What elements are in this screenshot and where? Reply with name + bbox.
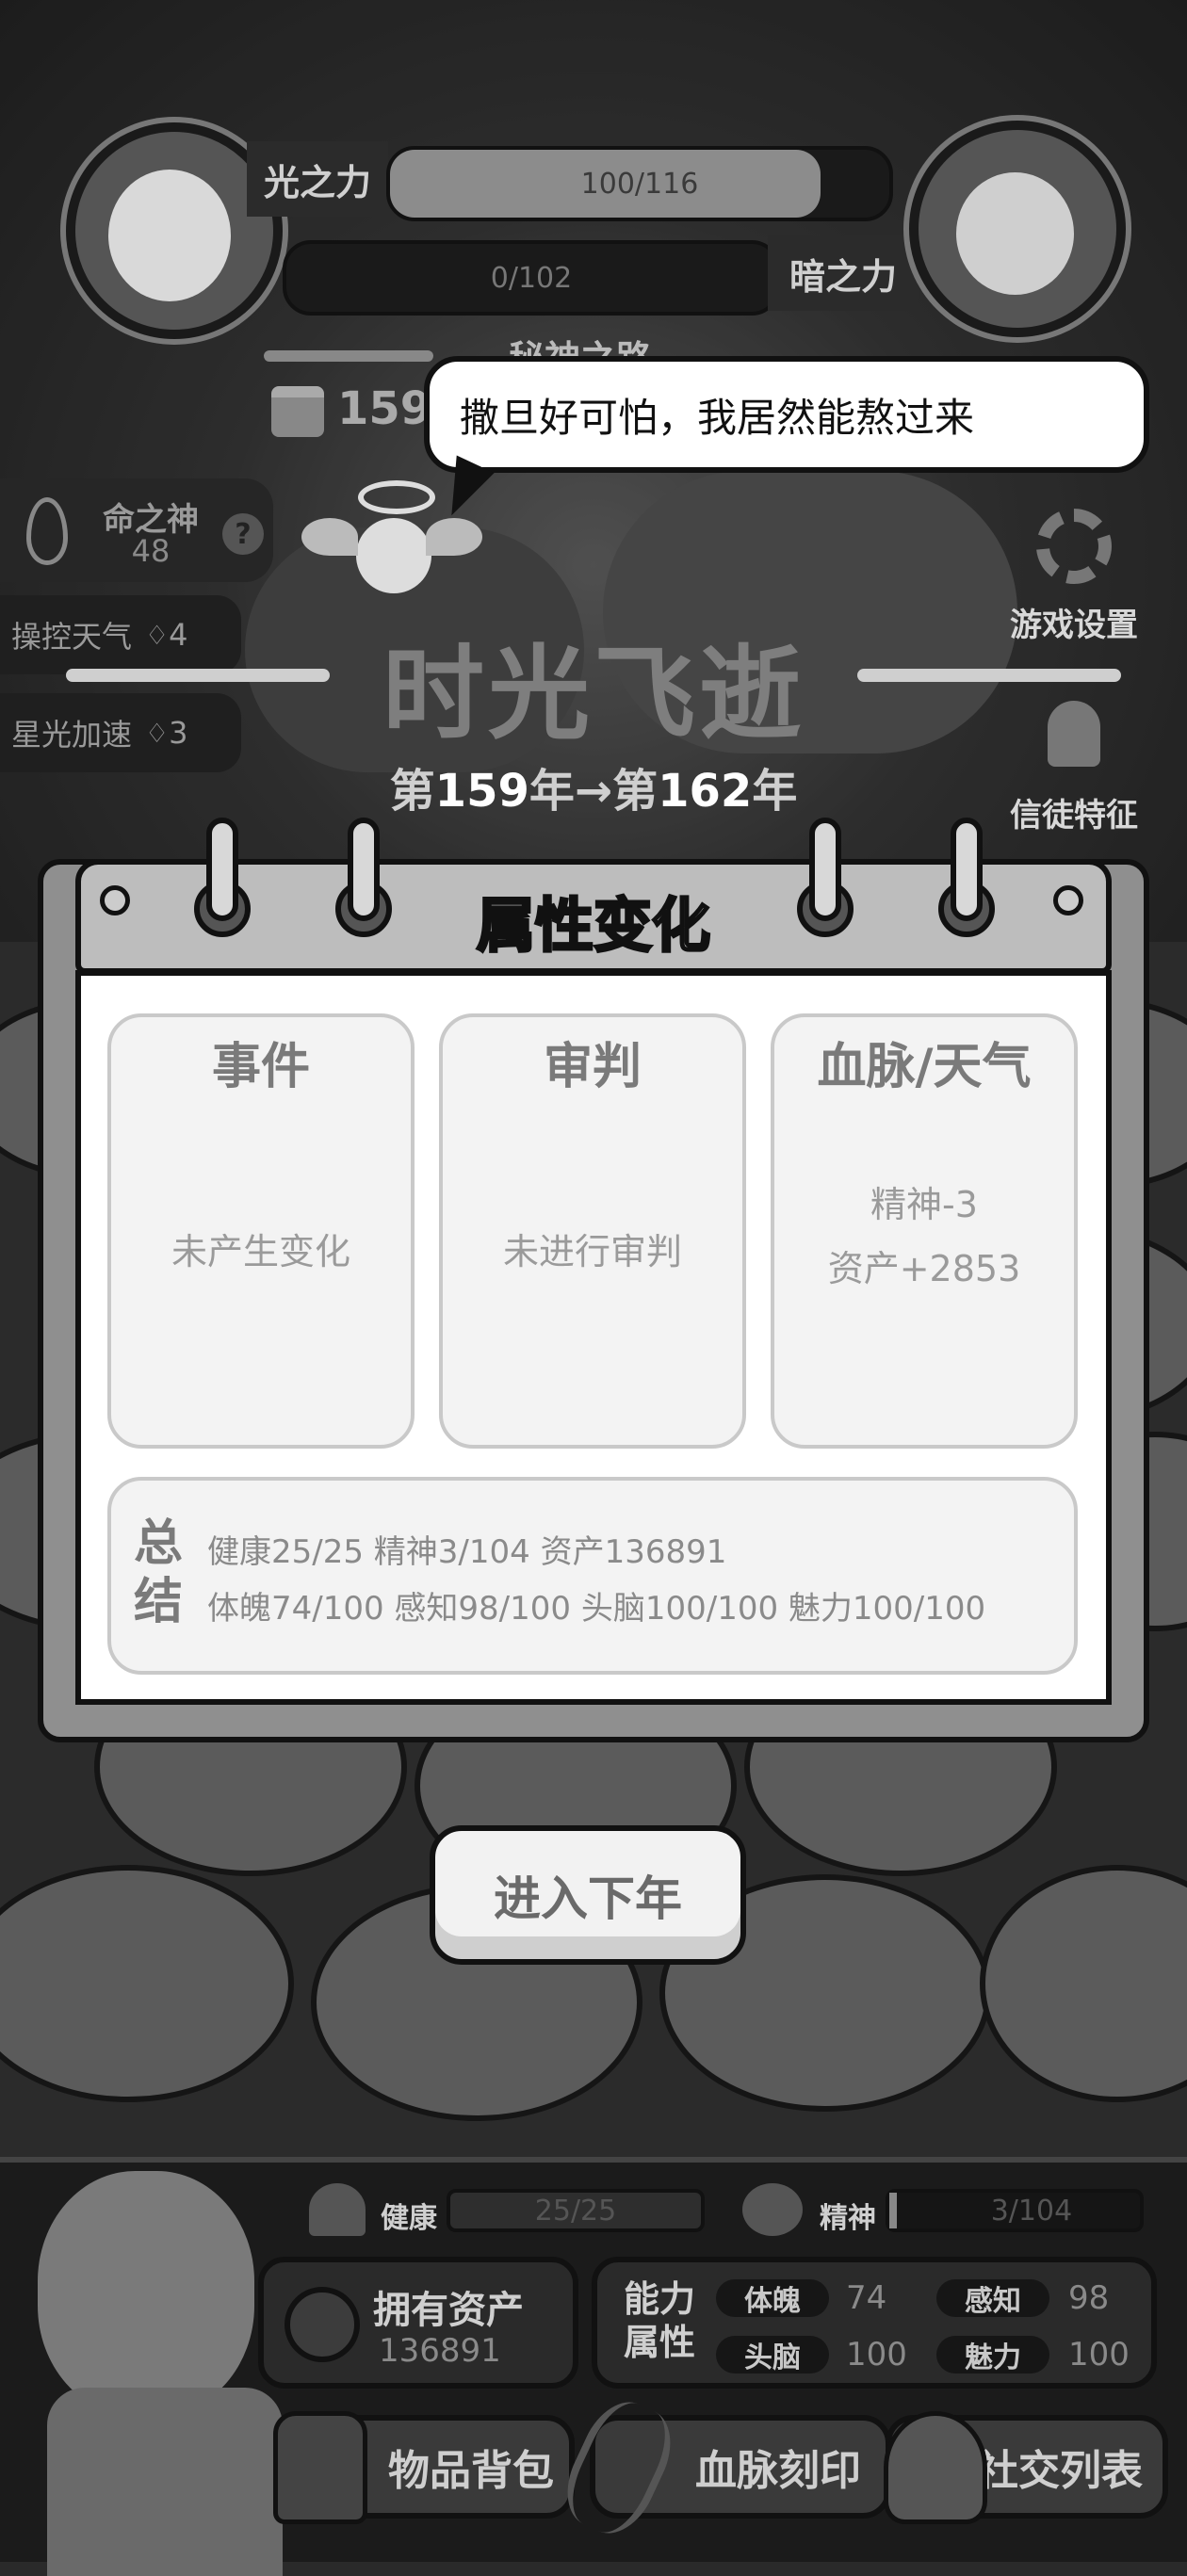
follower-icon bbox=[1048, 701, 1100, 767]
health-label: 健康 bbox=[381, 2202, 437, 2235]
year-suffix: 年 bbox=[752, 765, 798, 818]
panel-title: 属性变化 bbox=[475, 890, 711, 962]
assets-label: 拥有资产 bbox=[373, 2289, 524, 2332]
abilities-label-1: 能力 bbox=[624, 2278, 696, 2320]
year-range: 第159年→第162年 bbox=[358, 753, 829, 819]
event-card: 事件 未产生变化 bbox=[107, 1013, 415, 1449]
skill-starlight-boost[interactable]: 星光加速 ♢ 3 bbox=[0, 693, 241, 772]
stat-value: 74 bbox=[846, 2279, 887, 2317]
card-heading: 审判 bbox=[543, 1039, 642, 1095]
leaf-icon: ♢ bbox=[145, 619, 170, 651]
gear-icon bbox=[1036, 509, 1112, 584]
spirit-value: 3/104 bbox=[990, 2194, 1073, 2228]
summary-line-1: 健康25/25 精神3/104 资产136891 bbox=[207, 1533, 727, 1571]
dark-power-label: 暗之力 bbox=[768, 235, 919, 311]
card-text: 未进行审判 bbox=[502, 1231, 682, 1272]
title-divider-right bbox=[857, 669, 1121, 682]
health-value: 25/25 bbox=[534, 2194, 617, 2228]
settings-label: 游戏设置 bbox=[1010, 607, 1138, 644]
coin-icon bbox=[285, 2287, 360, 2362]
assets-box[interactable]: 拥有资产 136891 bbox=[258, 2257, 578, 2389]
time-passes-title: 时光飞逝 bbox=[382, 636, 805, 753]
summary-line-2: 体魄74/100 感知98/100 头脑100/100 魅力100/100 bbox=[207, 1590, 986, 1628]
health-bar: 25/25 bbox=[447, 2189, 705, 2232]
stat-name: 体魄 bbox=[744, 2285, 801, 2318]
followers-label: 信徒特征 bbox=[1010, 797, 1138, 834]
card-text: 资产+2853 bbox=[827, 1248, 1021, 1289]
light-power-value: 100/116 bbox=[580, 167, 699, 201]
friends-icon bbox=[884, 2411, 987, 2524]
judgment-card: 审判 未进行审判 bbox=[439, 1013, 746, 1449]
followers-button[interactable]: 信徒特征 bbox=[989, 678, 1159, 838]
summary-label: 总 结 bbox=[134, 1515, 183, 1631]
speech-text: 撒旦好可怕，我居然能熬过来 bbox=[460, 394, 975, 441]
spirit-bar: 3/104 bbox=[886, 2189, 1144, 2232]
stat-value: 100 bbox=[1068, 2336, 1130, 2373]
from-year: 159 bbox=[434, 765, 529, 818]
inventory-label: 物品背包 bbox=[388, 2447, 554, 2495]
path-progress-bar bbox=[264, 350, 433, 362]
year-mid: 年→第 bbox=[528, 765, 659, 818]
summary-label-2: 结 bbox=[134, 1574, 184, 1630]
dark-power-value: 0/102 bbox=[490, 261, 573, 295]
bloodline-label: 血脉刻印 bbox=[695, 2447, 861, 2495]
speech-bubble: 撒旦好可怕，我居然能熬过来 bbox=[424, 356, 1149, 473]
dark-god-avatar[interactable] bbox=[909, 121, 1126, 337]
character-portrait[interactable] bbox=[9, 2152, 292, 2576]
card-heading: 事件 bbox=[211, 1039, 310, 1095]
spirit-fill bbox=[889, 2193, 897, 2228]
skill-label: 星光加速 bbox=[11, 717, 133, 753]
summary-label-1: 总 bbox=[134, 1515, 184, 1572]
abilities-label-2: 属性 bbox=[624, 2322, 696, 2363]
stat-name: 头脑 bbox=[744, 2341, 801, 2374]
stat-name: 感知 bbox=[965, 2285, 1021, 2318]
leaf-icon: ♢ bbox=[145, 717, 170, 749]
stat-pill-body: 体魄 bbox=[716, 2279, 829, 2318]
settings-button[interactable]: 游戏设置 bbox=[989, 490, 1159, 650]
abilities-label: 能力 属性 bbox=[624, 2277, 695, 2364]
stat-pill-mind: 头脑 bbox=[716, 2336, 829, 2374]
skill-count: 3 bbox=[169, 715, 188, 751]
skill-weather-control[interactable]: 操控天气 ♢ 4 bbox=[0, 595, 241, 674]
stat-pill-perception: 感知 bbox=[936, 2279, 1049, 2318]
assets-value: 136891 bbox=[379, 2332, 501, 2370]
god-value: 48 bbox=[131, 533, 171, 569]
brain-icon bbox=[742, 2183, 803, 2236]
skill-label: 操控天气 bbox=[11, 619, 133, 655]
help-button[interactable]: ? bbox=[222, 513, 264, 555]
calendar-icon bbox=[271, 386, 324, 437]
skill-count: 4 bbox=[169, 617, 188, 653]
light-power-label: 光之力 bbox=[247, 141, 388, 217]
stat-name: 魅力 bbox=[965, 2341, 1021, 2374]
spirit-label: 精神 bbox=[820, 2202, 876, 2235]
dark-power-bar: 0/102 bbox=[283, 240, 780, 316]
stat-value: 100 bbox=[846, 2336, 907, 2373]
summary-card: 总 结 健康25/25 精神3/104 资产136891 体魄74/100 感知… bbox=[107, 1477, 1078, 1675]
to-year: 162 bbox=[658, 765, 753, 818]
abilities-box[interactable]: 能力 属性 体魄 74 感知 98 头脑 100 魅力 100 bbox=[592, 2257, 1157, 2389]
year-prefix: 第 bbox=[389, 765, 435, 818]
next-year-button[interactable]: 进入下年 bbox=[430, 1825, 746, 1965]
card-text: 精神-3 bbox=[870, 1184, 978, 1225]
social-label: 社交列表 bbox=[977, 2447, 1143, 2495]
title-divider-left bbox=[66, 669, 330, 682]
stat-value: 98 bbox=[1068, 2279, 1110, 2317]
bloodline-weather-card: 血脉/天气 精神-3 资产+2853 bbox=[771, 1013, 1078, 1449]
day-counter: 159 bbox=[337, 382, 432, 435]
backpack-icon bbox=[273, 2411, 367, 2524]
light-power-bar: 100/116 bbox=[386, 146, 893, 221]
heart-icon bbox=[309, 2183, 366, 2236]
card-text: 未产生变化 bbox=[171, 1231, 350, 1272]
stat-pill-charm: 魅力 bbox=[936, 2336, 1049, 2374]
card-heading: 血脉/天气 bbox=[817, 1039, 1032, 1095]
